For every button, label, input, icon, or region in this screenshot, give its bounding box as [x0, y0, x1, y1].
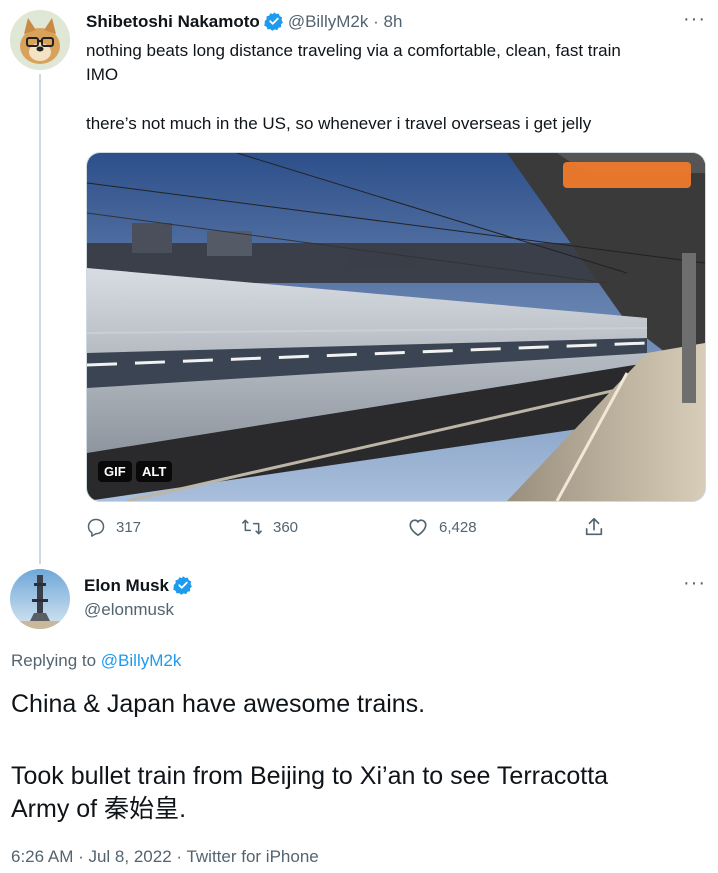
like-count: 6,428	[439, 518, 477, 536]
replying-to-line: Replying to @BillyM2k	[11, 651, 181, 671]
replying-to-prefix: Replying to	[11, 651, 97, 670]
tweet-text-line-1: nothing beats long distance traveling vi…	[86, 41, 621, 60]
retweet-button[interactable]: 360	[241, 517, 298, 537]
author-name[interactable]: Shibetoshi Nakamoto	[86, 12, 260, 31]
tweet-time[interactable]: 8h	[384, 12, 403, 31]
tweet-text-line-3: there’s not much in the US, so whenever …	[86, 114, 592, 133]
retweet-count: 360	[273, 518, 299, 536]
reply-count: 317	[116, 518, 142, 536]
retweet-icon	[242, 519, 262, 535]
reply-timestamp[interactable]: 6:26 AM · Jul 8, 2022 · Twitter for iPho…	[11, 847, 319, 867]
author-handle[interactable]: @BillyM2k	[288, 12, 369, 31]
replying-to-handle-link[interactable]: @BillyM2k	[101, 651, 182, 670]
doge-avatar-image	[10, 10, 70, 70]
verified-badge-icon	[264, 12, 283, 31]
avatar-elon[interactable]	[10, 569, 70, 629]
video-caption-badge	[563, 162, 691, 188]
reply-author-header: Elon Musk	[84, 575, 197, 596]
original-tweet-header: Shibetoshi Nakamoto @BillyM2k · 8h	[86, 11, 402, 32]
reply-button[interactable]: 317	[86, 517, 141, 537]
more-icon[interactable]: ···	[683, 8, 706, 31]
gif-badge: GIF	[98, 461, 132, 482]
share-icon	[585, 517, 603, 536]
time-separator: ·	[373, 12, 379, 31]
share-button[interactable]	[583, 516, 605, 538]
verified-badge-icon	[173, 576, 192, 595]
reply-author-handle[interactable]: @elonmusk	[84, 600, 174, 620]
alt-badge[interactable]: ALT	[136, 461, 173, 482]
train-platform-image	[87, 153, 705, 501]
reply-icon	[87, 518, 105, 537]
train-gif-media[interactable]	[86, 152, 706, 502]
avatar-shibetoshi[interactable]	[10, 10, 70, 70]
tweet-text-line-2: IMO	[86, 65, 119, 84]
reply-author-name[interactable]: Elon Musk	[84, 576, 169, 595]
starship-avatar-image	[10, 569, 70, 629]
reply-text-line-2: Took bullet train from Beijing to Xi’an …	[11, 762, 609, 790]
like-button[interactable]: 6,428	[407, 517, 477, 537]
reply-more-icon[interactable]: ···	[683, 572, 706, 595]
like-icon	[409, 519, 427, 536]
reply-text-line-1: China & Japan have awesome trains.	[11, 690, 426, 718]
reply-text-line-3: Army of 秦始皇.	[11, 795, 187, 823]
thread-connector-line	[39, 74, 41, 564]
